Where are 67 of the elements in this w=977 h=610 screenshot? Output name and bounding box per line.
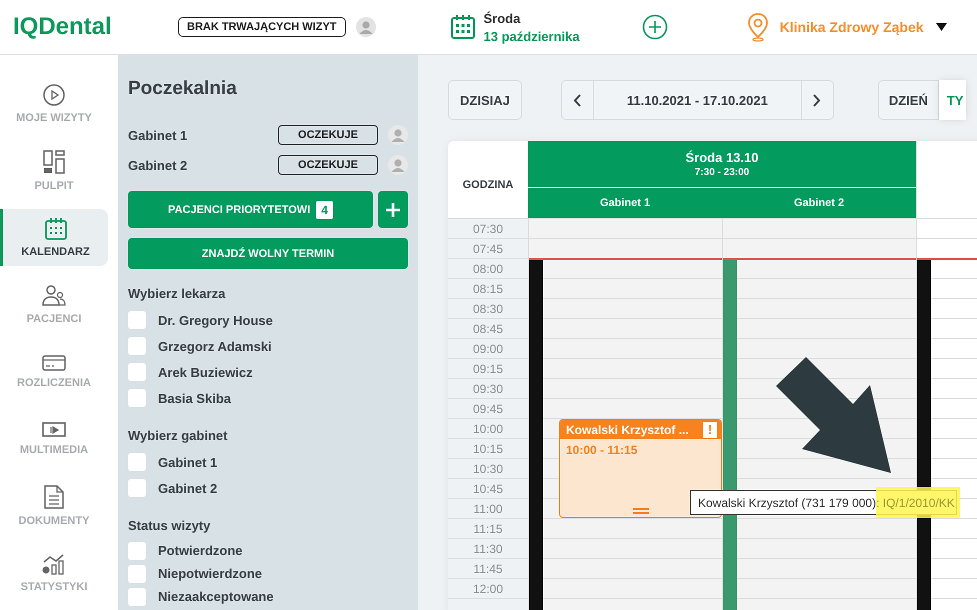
filter-heading: Wybierz gabinet [128,428,228,443]
view-tab[interactable]: TY [938,80,966,120]
play-icon [43,84,65,106]
checkbox-label[interactable]: Gabinet 2 [158,480,218,496]
avatar-icon[interactable] [388,125,408,145]
resize-handle-icon[interactable] [632,508,648,514]
avatar-icon[interactable] [356,17,376,37]
appointment-time: 10:00 - 11:15 [566,443,638,457]
status-button[interactable]: OCZEKUJE [278,125,378,145]
date-label: 13 października [484,28,580,44]
filter-heading: Status wizyty [128,518,212,533]
column-header: GODZINA [462,178,514,192]
checkbox-label[interactable]: Gabinet 1 [158,454,218,470]
calendar-icon [44,218,66,240]
weekday-label: Środa [484,10,522,26]
checkbox-label[interactable]: Grzegorz Adamski [158,338,272,354]
filter-heading: Wybierz lekarza [128,286,226,301]
warning-badge: ! [703,422,717,438]
chart-icon [42,552,66,574]
room-header: Gabinet 1 [528,188,722,218]
plus-icon [385,202,401,218]
checkbox-label[interactable]: Arek Buziewicz [158,364,253,380]
add-button[interactable] [378,191,408,228]
checkbox[interactable] [128,564,146,582]
checkbox-label[interactable]: Niepotwierdzone [158,566,262,581]
today-button[interactable]: DZISIAJ [448,80,522,120]
view-tab[interactable]: DZIEŃ [878,80,939,120]
media-icon [42,422,66,438]
calendar-icon[interactable] [450,14,476,40]
checkbox[interactable] [128,389,146,407]
checkbox-label[interactable]: Potwierdzone [158,543,243,558]
document-icon [44,484,64,508]
status-button[interactable]: OCZEKUJE [278,155,378,175]
avatar-icon[interactable] [388,155,408,175]
checkbox[interactable] [128,337,146,355]
add-icon[interactable] [642,14,668,40]
find-slot-button[interactable]: ZNAJDŹ WOLNY TERMIN [128,238,408,269]
people-icon [42,284,66,306]
room-name: Gabinet 1 [128,128,188,142]
app-logo[interactable]: IQDental [13,13,163,41]
date-range: 11.10.2021 - 17.10.2021 [592,81,802,119]
checkbox[interactable] [128,453,146,471]
chevron-right-icon [813,94,822,106]
chevron-left-icon [573,94,582,106]
priority-patients-button[interactable]: PACJENCI PRIORYTETOWI 4 [128,191,373,228]
checkbox-label[interactable]: Dr. Gregory House [158,312,273,328]
caret-icon[interactable] [936,23,947,31]
count-badge: 4 [316,200,333,218]
appointment-title: Kowalski Krzysztof ... [566,422,689,436]
ongoing-visits-button[interactable]: BRAK TRWAJĄCYCH WIZYT [178,17,346,37]
checkbox[interactable] [128,479,146,497]
checkbox-label[interactable]: Niezaakceptowane [158,589,274,604]
location-pin-icon [746,12,770,42]
checkbox[interactable] [128,542,146,560]
panel-title: Poczekalnia [128,78,238,100]
room-name: Gabinet 2 [128,158,188,172]
dashboard-icon [43,150,65,174]
day-hours: 7:30 - 23:00 [694,167,750,178]
room-header: Gabinet 2 [722,188,916,218]
day-title: Środa 13.10 [686,150,758,165]
tooltip: Kowalski Krzysztof (731 179 000): IQ/1/2010/KK [690,490,957,515]
checkbox[interactable] [128,588,146,606]
card-icon [42,354,66,370]
checkbox[interactable] [128,363,146,381]
nav-item[interactable]: KALENDARZ [0,209,108,266]
checkbox-label[interactable]: Basia Skiba [158,390,231,406]
checkbox[interactable] [128,311,146,329]
